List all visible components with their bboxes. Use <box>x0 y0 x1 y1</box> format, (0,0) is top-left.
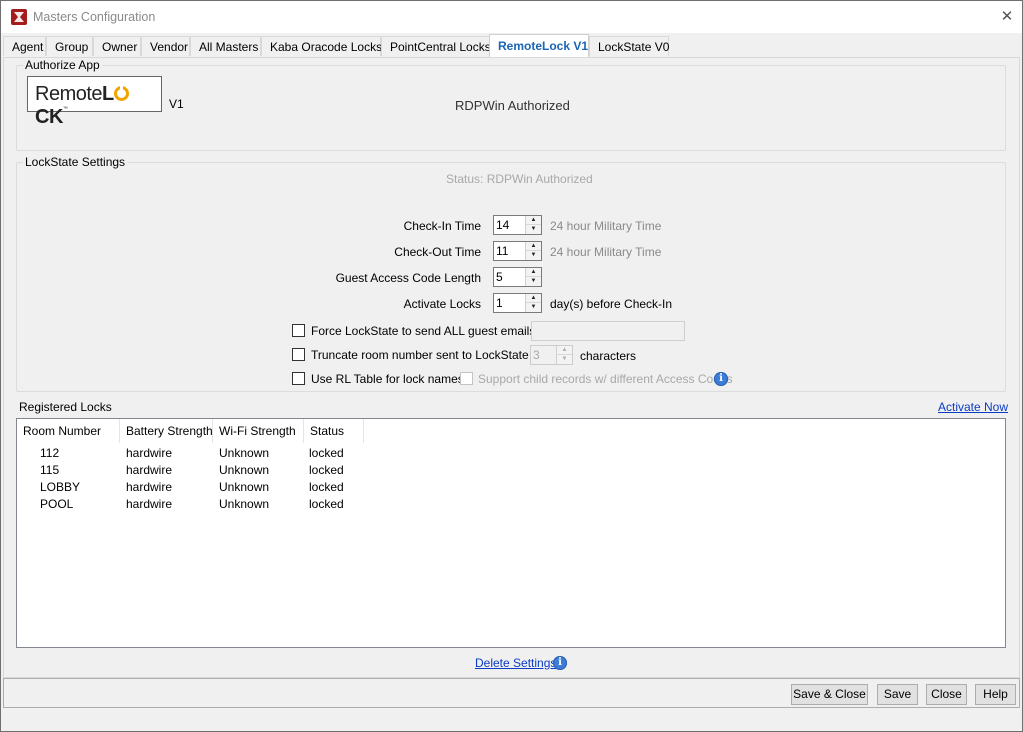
spin-down-icon[interactable]: ▼ <box>526 225 541 234</box>
delete-settings-link[interactable]: Delete Settings <box>475 656 556 670</box>
room-number-cell: POOL <box>40 497 74 511</box>
spin-up-icon[interactable]: ▲ <box>526 242 541 251</box>
use-rl-table-label: Use RL Table for lock names <box>311 372 464 386</box>
tab-vendor[interactable]: Vendor <box>141 36 190 56</box>
window-close-icon[interactable]: ✕ <box>995 5 1019 29</box>
tab-remotelock-v1[interactable]: RemoteLock V1 <box>489 34 589 57</box>
truncate-room-checkbox[interactable] <box>292 348 305 361</box>
spin-down-icon[interactable]: ▼ <box>526 251 541 260</box>
power-icon <box>113 85 129 101</box>
truncate-room-suffix: characters <box>580 349 637 363</box>
status-cell: locked <box>309 446 344 460</box>
code-length-stepper[interactable]: 5 ▲ ▼ <box>493 267 542 287</box>
column-room-number[interactable]: Room Number <box>17 419 120 443</box>
checkout-time-value[interactable]: 11 <box>496 244 508 258</box>
tab-kaba-oracode-locks[interactable]: Kaba Oracode Locks <box>261 36 382 56</box>
wifi-cell: Unknown <box>219 463 270 477</box>
status-cell: locked <box>309 480 344 494</box>
spin-down-icon[interactable]: ▼ <box>526 303 541 312</box>
logo-trademark: ™ <box>62 106 68 112</box>
child-records-checkbox[interactable] <box>460 372 473 385</box>
truncate-room-label: Truncate room number sent to LockState t… <box>311 348 546 362</box>
info-icon[interactable]: i <box>553 656 567 670</box>
bottom-strip <box>3 709 1020 729</box>
wifi-cell: Unknown <box>219 480 270 494</box>
table-row[interactable]: 115 hardwire Unknown locked <box>17 462 1005 479</box>
room-number-cell: 112 <box>40 446 60 460</box>
battery-cell: hardwire <box>126 497 173 511</box>
status-cell: locked <box>309 463 344 477</box>
window-title: Masters Configuration <box>33 10 156 24</box>
column-wifi-strength[interactable]: Wi-Fi Strength <box>213 419 304 443</box>
version-label: V1 <box>169 97 184 111</box>
checkout-time-hint: 24 hour Military Time <box>550 245 662 259</box>
title-bar: Masters Configuration ✕ <box>1 1 1022 33</box>
activate-locks-label: Activate Locks <box>403 297 481 311</box>
activate-locks-value[interactable]: 1 <box>496 296 503 310</box>
lockstate-settings-legend: LockState Settings <box>23 155 128 169</box>
code-length-label: Guest Access Code Length <box>335 271 481 285</box>
force-emails-label: Force LockState to send ALL guest emails… <box>311 324 553 338</box>
checkin-time-stepper[interactable]: 14 ▲ ▼ <box>493 215 542 235</box>
logo-text-ck: CK <box>35 106 63 128</box>
authorize-app-legend: Authorize App <box>23 58 102 72</box>
info-icon[interactable]: i <box>714 372 728 386</box>
activate-locks-suffix: day(s) before Check-In <box>550 297 673 311</box>
spin-down-icon[interactable]: ▼ <box>526 277 541 286</box>
spin-down-icon[interactable]: ▼ <box>557 355 572 364</box>
masters-configuration-window: Masters Configuration ✕ Agent Group Owne… <box>0 0 1023 732</box>
spin-up-icon[interactable]: ▲ <box>526 216 541 225</box>
tab-pointcentral-locks[interactable]: PointCentral Locks <box>381 36 491 56</box>
lockstate-status: Status: RDPWin Authorized <box>446 172 593 186</box>
battery-cell: hardwire <box>126 446 173 460</box>
use-rl-table-checkbox[interactable] <box>292 372 305 385</box>
save-button[interactable]: Save <box>877 684 918 705</box>
rdp-app-icon <box>11 9 27 25</box>
save-and-close-button[interactable]: Save & Close <box>791 684 868 705</box>
spin-up-icon[interactable]: ▲ <box>557 346 572 355</box>
battery-cell: hardwire <box>126 480 173 494</box>
registered-locks-list[interactable]: Room Number Battery Strength Wi-Fi Stren… <box>16 418 1006 648</box>
close-button[interactable]: Close <box>926 684 967 705</box>
table-row[interactable]: LOBBY hardwire Unknown locked <box>17 479 1005 496</box>
table-row[interactable]: POOL hardwire Unknown locked <box>17 496 1005 513</box>
tab-strip: Agent Group Owner Vendor All Masters Kab… <box>3 34 1020 58</box>
battery-cell: hardwire <box>126 463 173 477</box>
tab-agent[interactable]: Agent <box>3 36 46 56</box>
truncate-room-stepper[interactable]: 3 ▲ ▼ <box>530 345 573 365</box>
column-status[interactable]: Status <box>304 419 364 443</box>
truncate-room-value[interactable]: 3 <box>533 348 540 362</box>
spin-up-icon[interactable]: ▲ <box>526 268 541 277</box>
force-emails-field[interactable] <box>531 321 685 341</box>
status-cell: locked <box>309 497 344 511</box>
tab-owner[interactable]: Owner <box>93 36 141 56</box>
wifi-cell: Unknown <box>219 497 270 511</box>
spin-up-icon[interactable]: ▲ <box>526 294 541 303</box>
checkout-time-stepper[interactable]: 11 ▲ ▼ <box>493 241 542 261</box>
logo-text-l: L <box>102 83 114 105</box>
checkout-time-label: Check-Out Time <box>394 245 481 259</box>
table-row[interactable]: 112 hardwire Unknown locked <box>17 445 1005 462</box>
authorize-status: RDPWin Authorized <box>455 98 570 113</box>
room-number-cell: LOBBY <box>40 480 81 494</box>
child-records-label: Support child records w/ different Acces… <box>478 372 733 386</box>
tab-group[interactable]: Group <box>46 36 93 56</box>
tab-lockstate-v0[interactable]: LockState V0 <box>589 36 669 56</box>
checkin-time-hint: 24 hour Military Time <box>550 219 662 233</box>
logo-text-remote: Remote <box>35 83 103 105</box>
activate-now-link[interactable]: Activate Now <box>938 400 1008 414</box>
checkin-time-label: Check-In Time <box>403 219 481 233</box>
code-length-value[interactable]: 5 <box>496 270 503 284</box>
help-button[interactable]: Help <box>975 684 1016 705</box>
force-emails-checkbox[interactable] <box>292 324 305 337</box>
activate-locks-stepper[interactable]: 1 ▲ ▼ <box>493 293 542 313</box>
wifi-cell: Unknown <box>219 446 270 460</box>
checkin-time-value[interactable]: 14 <box>496 218 509 232</box>
column-battery-strength[interactable]: Battery Strength <box>120 419 213 443</box>
tab-all-masters[interactable]: All Masters <box>190 36 261 56</box>
room-number-cell: 115 <box>40 463 60 477</box>
remotelock-logo[interactable]: RemoteL CK™ <box>27 76 162 128</box>
list-header: Room Number Battery Strength Wi-Fi Stren… <box>17 419 1005 443</box>
registered-locks-label: Registered Locks <box>19 400 112 414</box>
